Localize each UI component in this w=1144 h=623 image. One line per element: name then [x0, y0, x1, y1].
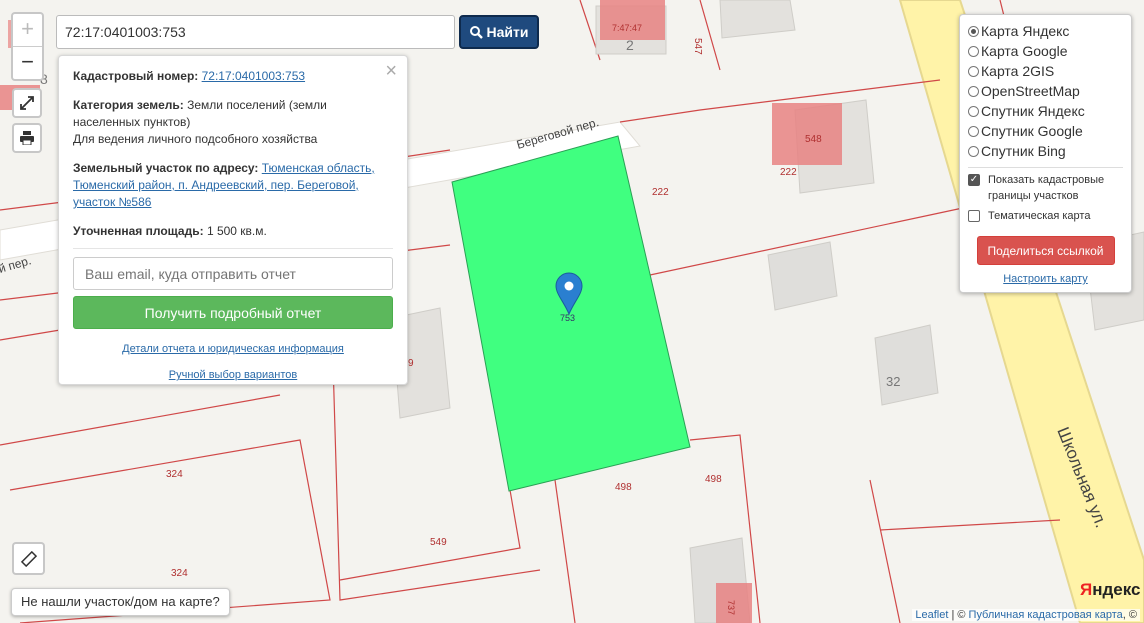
parcel-label-753: 753 [560, 313, 575, 323]
manual-selection-link[interactable]: Ручной выбор вариантов [169, 369, 297, 381]
layer-option-bing-satellite[interactable]: Спутник Bing [968, 141, 1123, 161]
thematic-label: Тематическая карта [988, 210, 1091, 222]
divider [73, 248, 393, 249]
get-report-button[interactable]: Получить подробный отчет [73, 296, 393, 329]
radio-icon[interactable] [968, 65, 979, 77]
layer-label: Спутник Bing [981, 143, 1066, 159]
usage-value: Для ведения личного подсобного хозяйства [73, 132, 318, 146]
address-row: Земельный участок по адресу: Тюменская о… [73, 160, 393, 211]
parcel-label-549: 549 [430, 537, 447, 548]
layer-option-2gis-map[interactable]: Карта 2GIS [968, 61, 1123, 81]
print-button[interactable] [12, 123, 42, 153]
printer-icon [20, 131, 34, 146]
fullscreen-button[interactable] [12, 88, 42, 118]
yandex-logo: Яндекс [1080, 580, 1140, 600]
map-settings-link[interactable]: Настроить карту [968, 273, 1123, 285]
cadastral-label: Кадастровый номер: [73, 69, 199, 83]
show-borders-label: Показать кадастровые границы участков [988, 174, 1105, 202]
report-details-link[interactable]: Детали отчета и юридическая информация [122, 343, 344, 355]
yandex-logo-rest: ндекс [1092, 580, 1141, 599]
layer-label: Карта Google [981, 43, 1068, 59]
house-number-32: 32 [886, 374, 900, 389]
address-label: Земельный участок по адресу: [73, 161, 259, 175]
layer-label: Спутник Google [981, 123, 1083, 139]
expand-icon [20, 96, 34, 110]
layer-option-yandex-satellite[interactable]: Спутник Яндекс [968, 101, 1123, 121]
show-borders-option[interactable]: ✓ Показать кадастровые границы участков [968, 172, 1123, 204]
zoom-control: + − [11, 12, 44, 81]
zoom-in-button[interactable]: + [13, 14, 42, 47]
divider [968, 167, 1123, 168]
attribution-separator: | © [948, 609, 969, 621]
layer-switcher: Карта Яндекс Карта Google Карта 2GIS Ope… [959, 14, 1132, 293]
ruler-icon [20, 550, 37, 568]
layer-option-osm[interactable]: OpenStreetMap [968, 81, 1123, 101]
parcel-label-222b: 222 [780, 167, 797, 178]
attribution-tail: , © [1122, 609, 1137, 621]
search-icon [469, 25, 483, 39]
search-input[interactable] [56, 15, 455, 49]
layer-label: Карта 2GIS [981, 63, 1055, 79]
checkbox-checked-icon[interactable]: ✓ [968, 174, 980, 186]
parcel-label-548: 548 [805, 134, 822, 145]
pkk-link[interactable]: Публичная кадастровая карта [969, 609, 1123, 621]
parcel-label-498b: 498 [705, 474, 722, 485]
email-field[interactable] [73, 257, 393, 290]
category-label: Категория земель: [73, 98, 184, 112]
area-row: Уточненная площадь: 1 500 кв.м. [73, 223, 393, 240]
close-icon[interactable]: × [385, 60, 397, 83]
layer-label: Спутник Яндекс [981, 103, 1085, 119]
area-value: 1 500 кв.м. [206, 224, 267, 238]
layer-label: OpenStreetMap [981, 83, 1080, 99]
radio-icon[interactable] [968, 125, 979, 137]
radio-icon[interactable] [968, 45, 979, 57]
radio-icon[interactable] [968, 105, 979, 117]
area-label: Уточненная площадь: [73, 224, 204, 238]
radio-icon[interactable] [968, 145, 979, 157]
share-link-button[interactable]: Поделиться ссылкой [976, 236, 1115, 265]
parcel-label-324b: 324 [171, 568, 188, 579]
parcel-label-7: 7:47:47 [612, 23, 642, 33]
checkbox-icon[interactable] [968, 210, 980, 222]
parcel-label-222: 222 [652, 187, 669, 198]
parcel-info-panel: × Кадастровый номер: 72:17:0401003:753 К… [58, 55, 408, 385]
cadastral-number-link[interactable]: 72:17:0401003:753 [202, 69, 305, 83]
parcel-label-547: 547 [692, 38, 703, 55]
layer-option-google-satellite[interactable]: Спутник Google [968, 121, 1123, 141]
search-button-label: Найти [486, 24, 529, 40]
house-number-2: 2 [626, 37, 634, 53]
ruler-button[interactable] [12, 542, 45, 575]
radio-icon[interactable] [968, 85, 979, 97]
parcel-label-737: 737 [726, 600, 736, 615]
cadastral-row: Кадастровый номер: 72:17:0401003:753 [73, 68, 393, 85]
radio-icon[interactable] [968, 25, 979, 37]
yandex-logo-letter: Я [1080, 580, 1093, 599]
leaflet-link[interactable]: Leaflet [915, 609, 948, 621]
parcel-label-498: 498 [615, 482, 632, 493]
parcel-label-324: 324 [166, 469, 183, 480]
parcel-label-9: 9 [408, 358, 414, 369]
zoom-out-button[interactable]: − [13, 47, 42, 79]
layer-option-yandex-map[interactable]: Карта Яндекс [968, 21, 1123, 41]
layer-option-google-map[interactable]: Карта Google [968, 41, 1123, 61]
category-row: Категория земель: Земли поселений (земли… [73, 97, 393, 148]
search-button[interactable]: Найти [459, 15, 539, 49]
layer-label: Карта Яндекс [981, 23, 1070, 39]
thematic-map-option[interactable]: Тематическая карта [968, 208, 1123, 224]
not-found-button[interactable]: Не нашли участок/дом на карте? [11, 588, 230, 616]
map-attribution: Leaflet | © Публичная кадастровая карта,… [912, 609, 1140, 621]
